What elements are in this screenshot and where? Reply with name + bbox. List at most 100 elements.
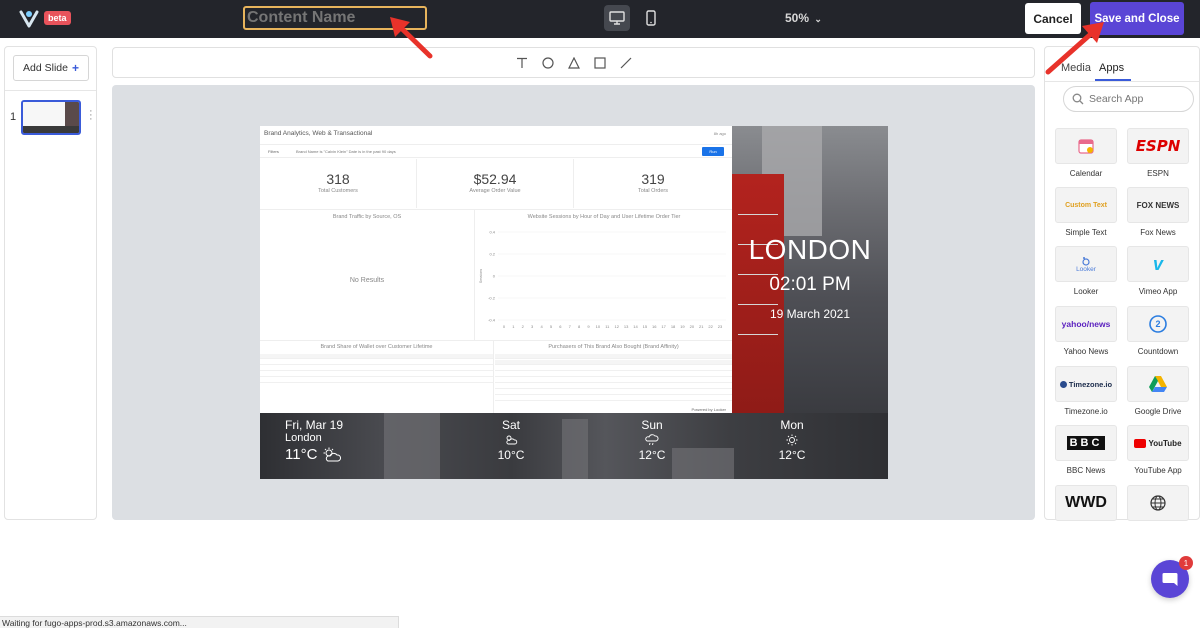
app-label: Simple Text xyxy=(1065,228,1107,237)
looker-dashboard[interactable]: Brand Analytics, Web & Transactional 8h … xyxy=(260,126,732,414)
slides-divider xyxy=(5,90,96,91)
vimeo-logo: v xyxy=(1152,253,1163,274)
app-looker[interactable]: Looker Looker xyxy=(1055,246,1117,296)
zoom-dropdown[interactable]: 50% ⌄ xyxy=(785,11,822,25)
countdown-digit: 2 xyxy=(1155,319,1161,329)
kpi-total-customers: 318 Total Customers xyxy=(260,159,417,208)
slide-thumbnail[interactable] xyxy=(21,100,81,135)
zoom-value: 50% xyxy=(785,11,810,25)
slide-options-icon[interactable]: · · · xyxy=(89,106,93,125)
weather-widget[interactable]: Fri, Mar 19 London 11°C Sat 10°C Sun 12°… xyxy=(260,413,888,479)
app-logo[interactable] xyxy=(18,8,40,30)
x-tick-label: 13 xyxy=(624,324,629,329)
x-tick-label: 18 xyxy=(671,324,676,329)
app-label: Yahoo News xyxy=(1063,347,1109,356)
london-clock-widget[interactable]: LONDON 02:01 PM 19 March 2021 xyxy=(732,126,888,413)
triangle-icon xyxy=(568,57,580,69)
app-google-drive[interactable]: Google Drive xyxy=(1127,366,1189,416)
app-espn[interactable]: ESPN ESPN xyxy=(1127,128,1189,178)
cloud-sun-icon xyxy=(506,435,518,445)
traffic-title: Brand Traffic by Source, OS xyxy=(332,214,402,220)
weather-sun-day: Sun xyxy=(641,418,663,432)
x-tick-label: 11 xyxy=(605,324,610,329)
text-icon xyxy=(517,57,527,68)
wallet-table: Brand Share of Wallet over Customer Life… xyxy=(260,341,494,414)
line-icon xyxy=(620,57,632,69)
bbc-logo: BBC xyxy=(1066,436,1106,450)
app-label: Calendar xyxy=(1069,169,1103,178)
filter-text: Brand Name is "Calvin Klein" Date is in … xyxy=(296,149,396,154)
desktop-icon xyxy=(609,11,625,25)
triangle-tool-button[interactable] xyxy=(567,56,581,70)
x-tick-label: 20 xyxy=(690,324,695,329)
x-tick-label: 15 xyxy=(643,324,648,329)
x-tick-label: 21 xyxy=(699,324,704,329)
x-tick-label: 7 xyxy=(569,324,572,329)
clock-date: 19 March 2021 xyxy=(769,307,851,321)
app-simple-text[interactable]: Custom Text Simple Text xyxy=(1055,187,1117,237)
x-tick-label: 22 xyxy=(708,324,713,329)
app-countdown[interactable]: 2 Countdown xyxy=(1127,306,1189,356)
kpi-value: 318 xyxy=(326,171,350,187)
square-icon xyxy=(594,57,606,69)
dashboard-row-3: Brand Share of Wallet over Customer Life… xyxy=(260,340,732,414)
calendar-icon xyxy=(1078,139,1094,154)
desktop-preview-button[interactable] xyxy=(604,5,630,31)
app-calendar[interactable]: Calendar xyxy=(1055,128,1117,178)
kpi-label: Total Orders xyxy=(638,188,668,194)
search-app-input[interactable] xyxy=(1089,93,1184,105)
app-timezone[interactable]: Timezone.io Timezone.io xyxy=(1055,366,1117,416)
circle-tool-button[interactable] xyxy=(541,56,555,70)
yahoo-news-logo: yahoo/news xyxy=(1061,319,1111,329)
weather-mon-temp: 12°C xyxy=(778,448,806,462)
search-app-box[interactable] xyxy=(1063,86,1194,112)
y-tick-label: -0.2 xyxy=(488,296,496,301)
slide-canvas[interactable]: Brand Analytics, Web & Transactional 8h … xyxy=(260,126,888,479)
kpi-label: Average Order Value xyxy=(469,188,521,194)
weather-today-day: Fri, Mar 19 xyxy=(285,418,344,432)
app-vimeo[interactable]: v Vimeo App xyxy=(1127,246,1189,296)
wwd-logo: WWD xyxy=(1065,494,1107,511)
text-tool-button[interactable] xyxy=(515,56,529,70)
kpi-value: $52.94 xyxy=(473,171,517,187)
weather-sat-day: Sat xyxy=(501,418,520,432)
line-tool-button[interactable] xyxy=(619,56,633,70)
app-youtube[interactable]: YouTube YouTube App xyxy=(1127,425,1189,475)
x-tick-label: 19 xyxy=(680,324,685,329)
looker-logo-mark xyxy=(1082,256,1090,266)
powered-by-looker: Powered by Looker xyxy=(691,407,726,412)
custom-text-icon: Custom Text xyxy=(1065,201,1107,209)
app-label: Timezone.io xyxy=(1064,407,1108,416)
annotation-arrow-content-name xyxy=(390,17,433,59)
shape-toolbar xyxy=(112,47,1035,78)
app-bbc-news[interactable]: BBC BBC News xyxy=(1055,425,1117,475)
x-tick-label: 8 xyxy=(578,324,581,329)
add-slide-button[interactable]: Add Slide + xyxy=(13,55,89,81)
beta-badge: beta xyxy=(44,11,71,25)
app-label: Countdown xyxy=(1137,347,1179,356)
app-wwd[interactable]: WWD xyxy=(1055,485,1117,521)
clock-city: LONDON xyxy=(748,234,872,265)
espn-logo: ESPN xyxy=(1135,137,1181,155)
app-label: BBC News xyxy=(1066,466,1106,475)
timezone-icon xyxy=(1059,380,1067,388)
chevron-down-icon: ⌄ xyxy=(814,14,822,24)
x-tick-label: 9 xyxy=(587,324,590,329)
apps-panel: Media Apps Calendar ESPN ESPN Custom Tex… xyxy=(1044,46,1200,521)
x-tick-label: 23 xyxy=(718,324,723,329)
circle-icon xyxy=(542,57,554,69)
app-globe[interactable] xyxy=(1127,485,1189,521)
weather-today-temp: 11°C xyxy=(285,446,318,463)
app-fox-news[interactable]: FOX NEWS Fox News xyxy=(1127,187,1189,237)
x-tick-label: 6 xyxy=(559,324,562,329)
google-drive-icon xyxy=(1149,376,1167,392)
app-yahoo-news[interactable]: yahoo/news Yahoo News xyxy=(1055,306,1117,356)
chat-icon xyxy=(1162,573,1178,586)
run-button: Run xyxy=(702,147,724,156)
sessions-chart: 0.40.20-0.2-0.40 1 2 3 4 5 6 7 8 9 10 11 12 13 14 15 16 1… xyxy=(479,230,726,329)
mobile-preview-button[interactable] xyxy=(638,5,664,31)
x-tick-label: 2 xyxy=(522,324,525,329)
square-tool-button[interactable] xyxy=(593,56,607,70)
sessions-panel: Website Sessions by Hour of Day and User… xyxy=(476,210,732,340)
dashboard-filter-bar: Filters Brand Name is "Calvin Klein" Dat… xyxy=(260,144,732,158)
